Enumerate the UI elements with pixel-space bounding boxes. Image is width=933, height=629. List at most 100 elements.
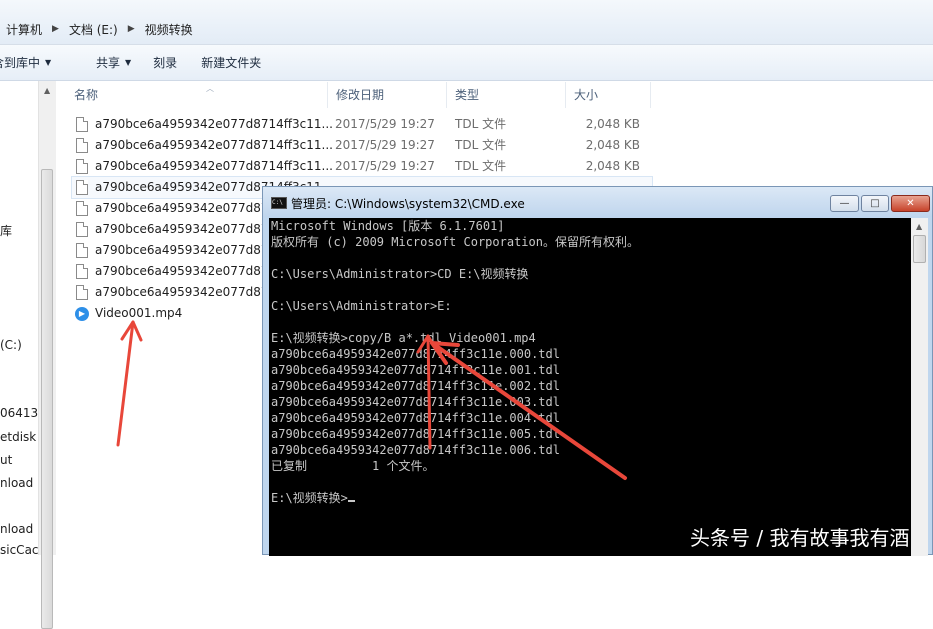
console-line: a790bce6a4959342e077d8714ff3c11e.000.tdl xyxy=(271,347,560,361)
file-icon xyxy=(76,264,88,279)
scroll-up-icon[interactable]: ▲ xyxy=(916,222,922,231)
cmd-window[interactable]: C:\ 管理员: C:\Windows\system32\CMD.exe — □… xyxy=(262,186,933,556)
console-line: C:\Users\Administrator>E: xyxy=(271,299,452,313)
cmd-icon: C:\ xyxy=(271,197,287,209)
column-date-label: 修改日期 xyxy=(336,88,385,102)
file-icon xyxy=(76,159,88,174)
nav-item-netdisk[interactable]: etdisk xyxy=(0,430,36,444)
column-header-size[interactable]: 大小 xyxy=(566,82,651,108)
navigation-pane: 库 (C:) 06413 etdisk ut nload nload sicCa… xyxy=(0,81,38,555)
file-date: 2017/5/29 19:27 xyxy=(335,117,435,131)
chevron-down-icon: ▼ xyxy=(125,58,132,67)
video-file-icon: ▶ xyxy=(75,307,89,321)
share-button[interactable]: 共享 ▼ xyxy=(88,51,139,75)
chevron-right-icon[interactable]: ▶ xyxy=(52,24,59,34)
file-name: a790bce6a4959342e077d871 xyxy=(95,264,277,278)
column-header-type[interactable]: 类型 xyxy=(447,82,566,108)
nav-item[interactable]: ut xyxy=(0,453,12,467)
file-name: a790bce6a4959342e077d8714ff3c11... xyxy=(95,159,333,173)
breadcrumb-drive[interactable]: 文档 (E:) xyxy=(69,21,118,38)
file-name: a790bce6a4959342e077d8714ff3c11... xyxy=(95,117,333,131)
console-line: C:\Users\Administrator>CD E:\视频转换 xyxy=(271,267,529,281)
file-row[interactable]: a790bce6a4959342e077d8714ff3c11... 2017/… xyxy=(72,156,652,177)
share-label: 共享 xyxy=(96,56,121,70)
address-bar[interactable]: 计算机 ▶ 文档 (E:) ▶ 视频转换 xyxy=(0,0,933,45)
breadcrumb-computer[interactable]: 计算机 xyxy=(6,21,42,38)
nav-item-music-cache[interactable]: sicCach xyxy=(0,543,38,555)
file-date: 2017/5/29 19:27 xyxy=(335,159,435,173)
console-line: a790bce6a4959342e077d8714ff3c11e.006.tdl xyxy=(271,443,560,457)
console-line: a790bce6a4959342e077d8714ff3c11e.001.tdl xyxy=(271,363,560,377)
file-icon xyxy=(76,243,88,258)
text-cursor xyxy=(347,500,355,502)
new-folder-button[interactable]: 新建文件夹 xyxy=(193,51,269,75)
file-size: 2,048 KB xyxy=(585,117,640,131)
burn-button[interactable]: 刻录 xyxy=(145,51,185,75)
column-size-label: 大小 xyxy=(574,88,599,102)
cmd-titlebar[interactable]: C:\ 管理员: C:\Windows\system32\CMD.exe — □… xyxy=(263,187,932,217)
nav-item-c-drive[interactable]: (C:) xyxy=(0,338,22,352)
column-header-date[interactable]: 修改日期 xyxy=(328,82,447,108)
console-prompt: E:\视频转换> xyxy=(271,491,348,505)
chevron-down-icon: ▼ xyxy=(45,58,52,67)
toolbar: 含到库中 ▼ 共享 ▼ 刻录 新建文件夹 xyxy=(0,45,933,81)
file-icon xyxy=(76,117,88,132)
nav-item-download[interactable]: nload xyxy=(0,476,33,490)
breadcrumb-folder[interactable]: 视频转换 xyxy=(145,21,193,38)
column-headers: 名称 ︿ 修改日期 类型 大小 xyxy=(66,82,651,108)
file-row[interactable]: a790bce6a4959342e077d8714ff3c11... 2017/… xyxy=(72,114,652,135)
file-icon xyxy=(76,285,88,300)
chevron-right-icon[interactable]: ▶ xyxy=(128,24,135,34)
file-name: a790bce6a4959342e077d871 xyxy=(95,201,277,215)
arrow-head xyxy=(120,320,143,342)
file-name: Video001.mp4 xyxy=(95,306,183,320)
scroll-up-icon[interactable]: ▲ xyxy=(44,86,50,95)
watermark: 头条号 / 我有故事我有酒 xyxy=(690,526,910,550)
column-header-name[interactable]: 名称 ︿ xyxy=(66,82,328,108)
minimize-button[interactable]: — xyxy=(830,195,859,212)
file-icon xyxy=(76,222,88,237)
console-line: 版权所有 (c) 2009 Microsoft Corporation。保留所有… xyxy=(271,235,639,249)
console-line: Microsoft Windows [版本 6.1.7601] xyxy=(271,219,505,233)
column-type-label: 类型 xyxy=(455,88,480,102)
close-button[interactable]: ✕ xyxy=(891,195,930,212)
nav-scrollbar[interactable]: ▲ xyxy=(38,81,56,629)
file-date: 2017/5/29 19:27 xyxy=(335,138,435,152)
file-type: TDL 文件 xyxy=(455,117,507,131)
console-line: a790bce6a4959342e077d8714ff3c11e.003.tdl xyxy=(271,395,560,409)
file-name: a790bce6a4959342e077d871 xyxy=(95,243,277,257)
column-name-label: 名称 xyxy=(74,88,99,102)
console-output[interactable]: Microsoft Windows [版本 6.1.7601] 版权所有 (c)… xyxy=(269,218,911,556)
include-in-library-label: 含到库中 xyxy=(0,56,41,70)
console-line: 已复制 1 个文件。 xyxy=(271,459,435,473)
breadcrumb: 计算机 ▶ 文档 (E:) ▶ 视频转换 xyxy=(6,17,933,41)
file-row[interactable]: a790bce6a4959342e077d8714ff3c11... 2017/… xyxy=(72,135,652,156)
console-line: a790bce6a4959342e077d8714ff3c11e.004.tdl xyxy=(271,411,560,425)
file-size: 2,048 KB xyxy=(585,159,640,173)
file-icon xyxy=(76,138,88,153)
include-in-library-button[interactable]: 含到库中 ▼ xyxy=(0,51,76,75)
arrow-to-video-file xyxy=(116,320,135,447)
console-prompt-line[interactable]: E:\视频转换> xyxy=(271,490,355,506)
file-icon xyxy=(76,180,88,195)
file-name: a790bce6a4959342e077d8714ff3c11... xyxy=(95,138,333,152)
new-folder-label: 新建文件夹 xyxy=(201,56,262,70)
file-size: 2,048 KB xyxy=(585,138,640,152)
sort-up-icon: ︿ xyxy=(206,84,214,93)
console-line: a790bce6a4959342e077d8714ff3c11e.002.tdl xyxy=(271,379,560,393)
file-type: TDL 文件 xyxy=(455,159,507,173)
file-name: a790bce6a4959342e077d871 xyxy=(95,285,277,299)
console-line: a790bce6a4959342e077d8714ff3c11e.005.tdl xyxy=(271,427,560,441)
scrollbar-thumb[interactable] xyxy=(41,169,53,629)
nav-item-library[interactable]: 库 xyxy=(0,222,12,239)
cmd-title: 管理员: C:\Windows\system32\CMD.exe xyxy=(291,197,525,211)
nav-item[interactable]: 06413 xyxy=(0,406,38,420)
file-icon xyxy=(76,201,88,216)
maximize-button[interactable]: □ xyxy=(861,195,889,212)
burn-label: 刻录 xyxy=(153,56,178,70)
nav-item-download[interactable]: nload xyxy=(0,522,33,536)
file-type: TDL 文件 xyxy=(455,138,507,152)
scrollbar-thumb[interactable] xyxy=(913,235,926,263)
file-name: a790bce6a4959342e077d871 xyxy=(95,222,277,236)
cmd-scrollbar[interactable]: ▲ xyxy=(911,218,928,556)
